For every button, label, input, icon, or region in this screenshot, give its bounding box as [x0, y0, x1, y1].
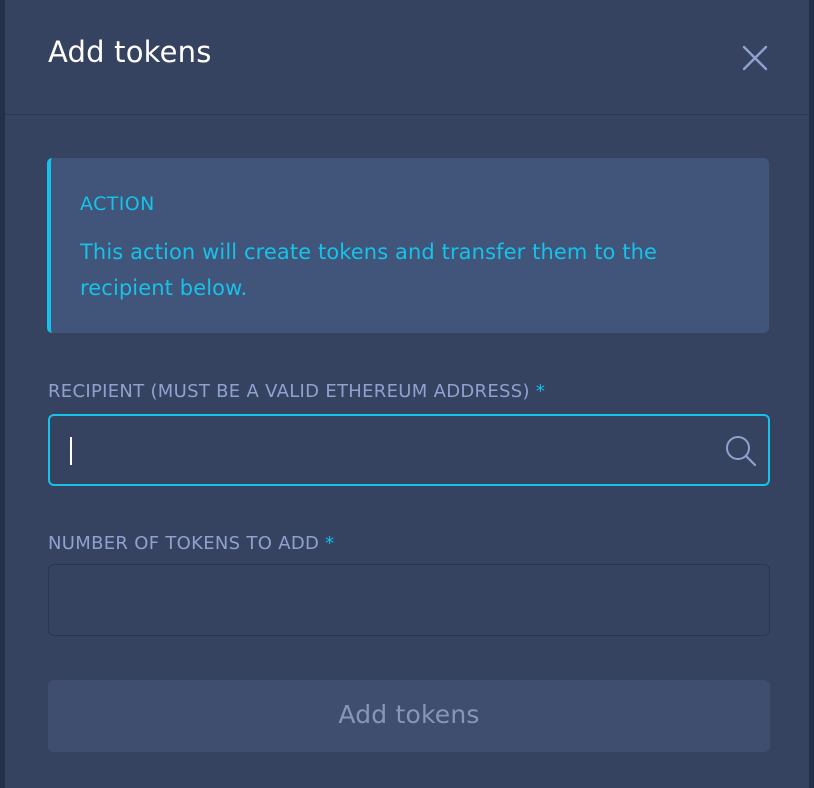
add-tokens-panel: Add tokens ACTION This action will creat… — [5, 0, 809, 788]
info-title: ACTION — [80, 193, 155, 215]
recipient-label-text: RECIPIENT (MUST BE A VALID ETHEREUM ADDR… — [48, 381, 530, 402]
required-mark: * — [325, 533, 335, 554]
search-icon[interactable] — [724, 434, 758, 468]
close-button[interactable] — [741, 44, 769, 72]
recipient-label: RECIPIENT (MUST BE A VALID ETHEREUM ADDR… — [48, 381, 545, 402]
panel-header: Add tokens — [5, 0, 809, 115]
add-tokens-button[interactable]: Add tokens — [48, 680, 770, 752]
backdrop-right — [809, 0, 814, 788]
action-info-box: ACTION This action will create tokens an… — [47, 158, 769, 333]
panel-title: Add tokens — [48, 35, 212, 69]
number-label: NUMBER OF TOKENS TO ADD * — [48, 533, 334, 554]
number-of-tokens-input[interactable] — [48, 564, 770, 636]
text-caret — [70, 437, 72, 465]
required-mark: * — [535, 381, 546, 402]
close-icon — [742, 45, 768, 71]
recipient-input[interactable] — [48, 414, 770, 486]
info-text: This action will create tokens and trans… — [80, 240, 658, 300]
number-label-text: NUMBER OF TOKENS TO ADD — [48, 533, 320, 554]
